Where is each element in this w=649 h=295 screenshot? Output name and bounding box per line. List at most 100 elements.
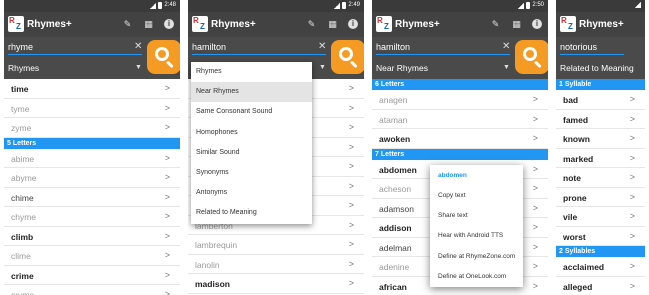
dropdown-option[interactable]: Similar Sound — [191, 143, 312, 163]
list-item[interactable]: tyme > — [4, 98, 180, 118]
list-item[interactable]: ataman > — [372, 109, 548, 129]
chevron-right-icon[interactable]: > — [349, 161, 354, 171]
list-item[interactable]: bad > — [556, 90, 645, 110]
list-item[interactable]: lanolin > — [188, 254, 364, 274]
list-item[interactable]: anagen > — [372, 90, 548, 110]
info-icon[interactable]: i — [348, 19, 358, 29]
chevron-right-icon[interactable]: > — [349, 220, 354, 230]
chevron-right-icon[interactable]: > — [165, 231, 170, 241]
context-menu-item[interactable]: Share text — [430, 206, 523, 226]
chevron-right-icon[interactable]: > — [533, 133, 538, 143]
list-item[interactable]: marked > — [556, 148, 645, 168]
chevron-right-icon[interactable]: > — [630, 172, 635, 182]
feather-pen-icon[interactable]: ✎ — [490, 19, 501, 30]
qr-code-icon[interactable]: ▦ — [327, 19, 338, 30]
feather-pen-icon[interactable]: ✎ — [122, 19, 133, 30]
chevron-right-icon[interactable]: > — [533, 281, 538, 291]
context-menu-item[interactable]: Copy text — [430, 186, 523, 206]
chevron-right-icon[interactable]: > — [630, 231, 635, 241]
list-item[interactable]: clime > — [4, 246, 180, 266]
qr-code-icon[interactable]: ▦ — [143, 19, 154, 30]
chevron-right-icon[interactable]: > — [630, 133, 635, 143]
chevron-right-icon[interactable]: > — [165, 250, 170, 260]
list-item[interactable]: worst > — [556, 226, 645, 246]
chevron-right-icon[interactable]: > — [349, 103, 354, 113]
dropdown-option[interactable]: Same Consonant Sound — [191, 102, 312, 122]
context-menu-item[interactable]: Define at OneLook.com — [430, 267, 523, 287]
chevron-right-icon[interactable]: > — [533, 183, 538, 193]
list-item[interactable]: madison > — [188, 274, 364, 294]
feather-pen-icon[interactable]: ✎ — [306, 19, 317, 30]
chevron-right-icon[interactable]: > — [349, 239, 354, 249]
chevron-right-icon[interactable]: > — [165, 289, 170, 295]
chevron-right-icon[interactable]: > — [349, 181, 354, 191]
list-item[interactable]: crime > — [4, 265, 180, 285]
chevron-right-icon[interactable]: > — [630, 261, 635, 271]
chevron-right-icon[interactable]: > — [165, 270, 170, 280]
dropdown-caret-icon[interactable]: ▼ — [135, 62, 142, 74]
dropdown-option[interactable]: Homophones — [191, 123, 312, 143]
list-item[interactable]: famed > — [556, 109, 645, 129]
list-item[interactable]: chyme > — [4, 207, 180, 227]
chevron-right-icon[interactable]: > — [349, 259, 354, 269]
list-item[interactable]: prone > — [556, 187, 645, 207]
chevron-right-icon[interactable]: > — [533, 261, 538, 271]
chevron-right-icon[interactable]: > — [165, 122, 170, 132]
chevron-right-icon[interactable]: > — [349, 122, 354, 132]
chevron-right-icon[interactable]: > — [533, 222, 538, 232]
chevron-right-icon[interactable]: > — [630, 192, 635, 202]
chevron-right-icon[interactable]: > — [630, 281, 635, 291]
list-item[interactable]: alleged > — [556, 276, 645, 295]
dropdown-option[interactable]: Synonyms — [191, 163, 312, 183]
search-input[interactable] — [376, 40, 510, 55]
chevron-right-icon[interactable]: > — [533, 94, 538, 104]
chevron-right-icon[interactable]: > — [165, 153, 170, 163]
dropdown-option[interactable]: Rhymes — [191, 62, 312, 82]
list-item[interactable]: abime > — [4, 148, 180, 168]
list-item[interactable]: acclaimed > — [556, 257, 645, 277]
chevron-right-icon[interactable]: > — [349, 278, 354, 288]
chevron-right-icon[interactable]: > — [533, 114, 538, 124]
chevron-right-icon[interactable]: > — [165, 192, 170, 202]
search-button[interactable] — [331, 40, 364, 74]
list-item[interactable]: time > — [4, 79, 180, 99]
list-item[interactable]: awoken > — [372, 129, 548, 149]
info-icon[interactable]: i — [164, 19, 174, 29]
search-input[interactable] — [8, 40, 142, 55]
dropdown-option[interactable]: Near Rhymes — [191, 82, 312, 103]
chevron-right-icon[interactable]: > — [630, 114, 635, 124]
chevron-right-icon[interactable]: > — [349, 200, 354, 210]
info-icon[interactable]: i — [532, 19, 542, 29]
search-input[interactable] — [192, 40, 326, 55]
search-button[interactable] — [515, 40, 548, 74]
chevron-right-icon[interactable]: > — [165, 211, 170, 221]
dropdown-caret-icon[interactable]: ▼ — [319, 62, 326, 74]
search-button[interactable] — [147, 40, 180, 74]
dropdown-option[interactable]: Antonyms — [191, 183, 312, 203]
chevron-right-icon[interactable]: > — [165, 172, 170, 182]
chevron-right-icon[interactable]: > — [165, 83, 170, 93]
dropdown-option[interactable]: Related to Meaning — [191, 203, 312, 223]
close-icon[interactable]: ✕ — [318, 41, 326, 53]
qr-code-icon[interactable]: ▦ — [511, 19, 522, 30]
dropdown-caret-icon[interactable]: ▼ — [503, 62, 510, 74]
context-menu-item[interactable]: Hear with Android TTS — [430, 226, 523, 246]
list-item[interactable]: note > — [556, 168, 645, 188]
search-input[interactable] — [560, 40, 624, 55]
mode-select[interactable]: Rhymes — [8, 62, 39, 74]
mode-select[interactable]: Near Rhymes — [376, 62, 428, 74]
list-item[interactable]: chime > — [4, 187, 180, 207]
chevron-right-icon[interactable]: > — [630, 94, 635, 104]
context-menu-item[interactable]: Define at RhymeZone.com — [430, 247, 523, 267]
mode-select[interactable]: Related to Meaning — [560, 62, 634, 74]
list-item[interactable]: lambrequin > — [188, 235, 364, 255]
list-item[interactable]: climb > — [4, 226, 180, 246]
close-icon[interactable]: ✕ — [134, 41, 142, 53]
chevron-right-icon[interactable]: > — [533, 203, 538, 213]
list-item[interactable]: abyme > — [4, 168, 180, 188]
close-icon[interactable]: ✕ — [502, 41, 510, 53]
chevron-right-icon[interactable]: > — [349, 142, 354, 152]
chevron-right-icon[interactable]: > — [533, 242, 538, 252]
chevron-right-icon[interactable]: > — [533, 164, 538, 174]
chevron-right-icon[interactable]: > — [630, 153, 635, 163]
